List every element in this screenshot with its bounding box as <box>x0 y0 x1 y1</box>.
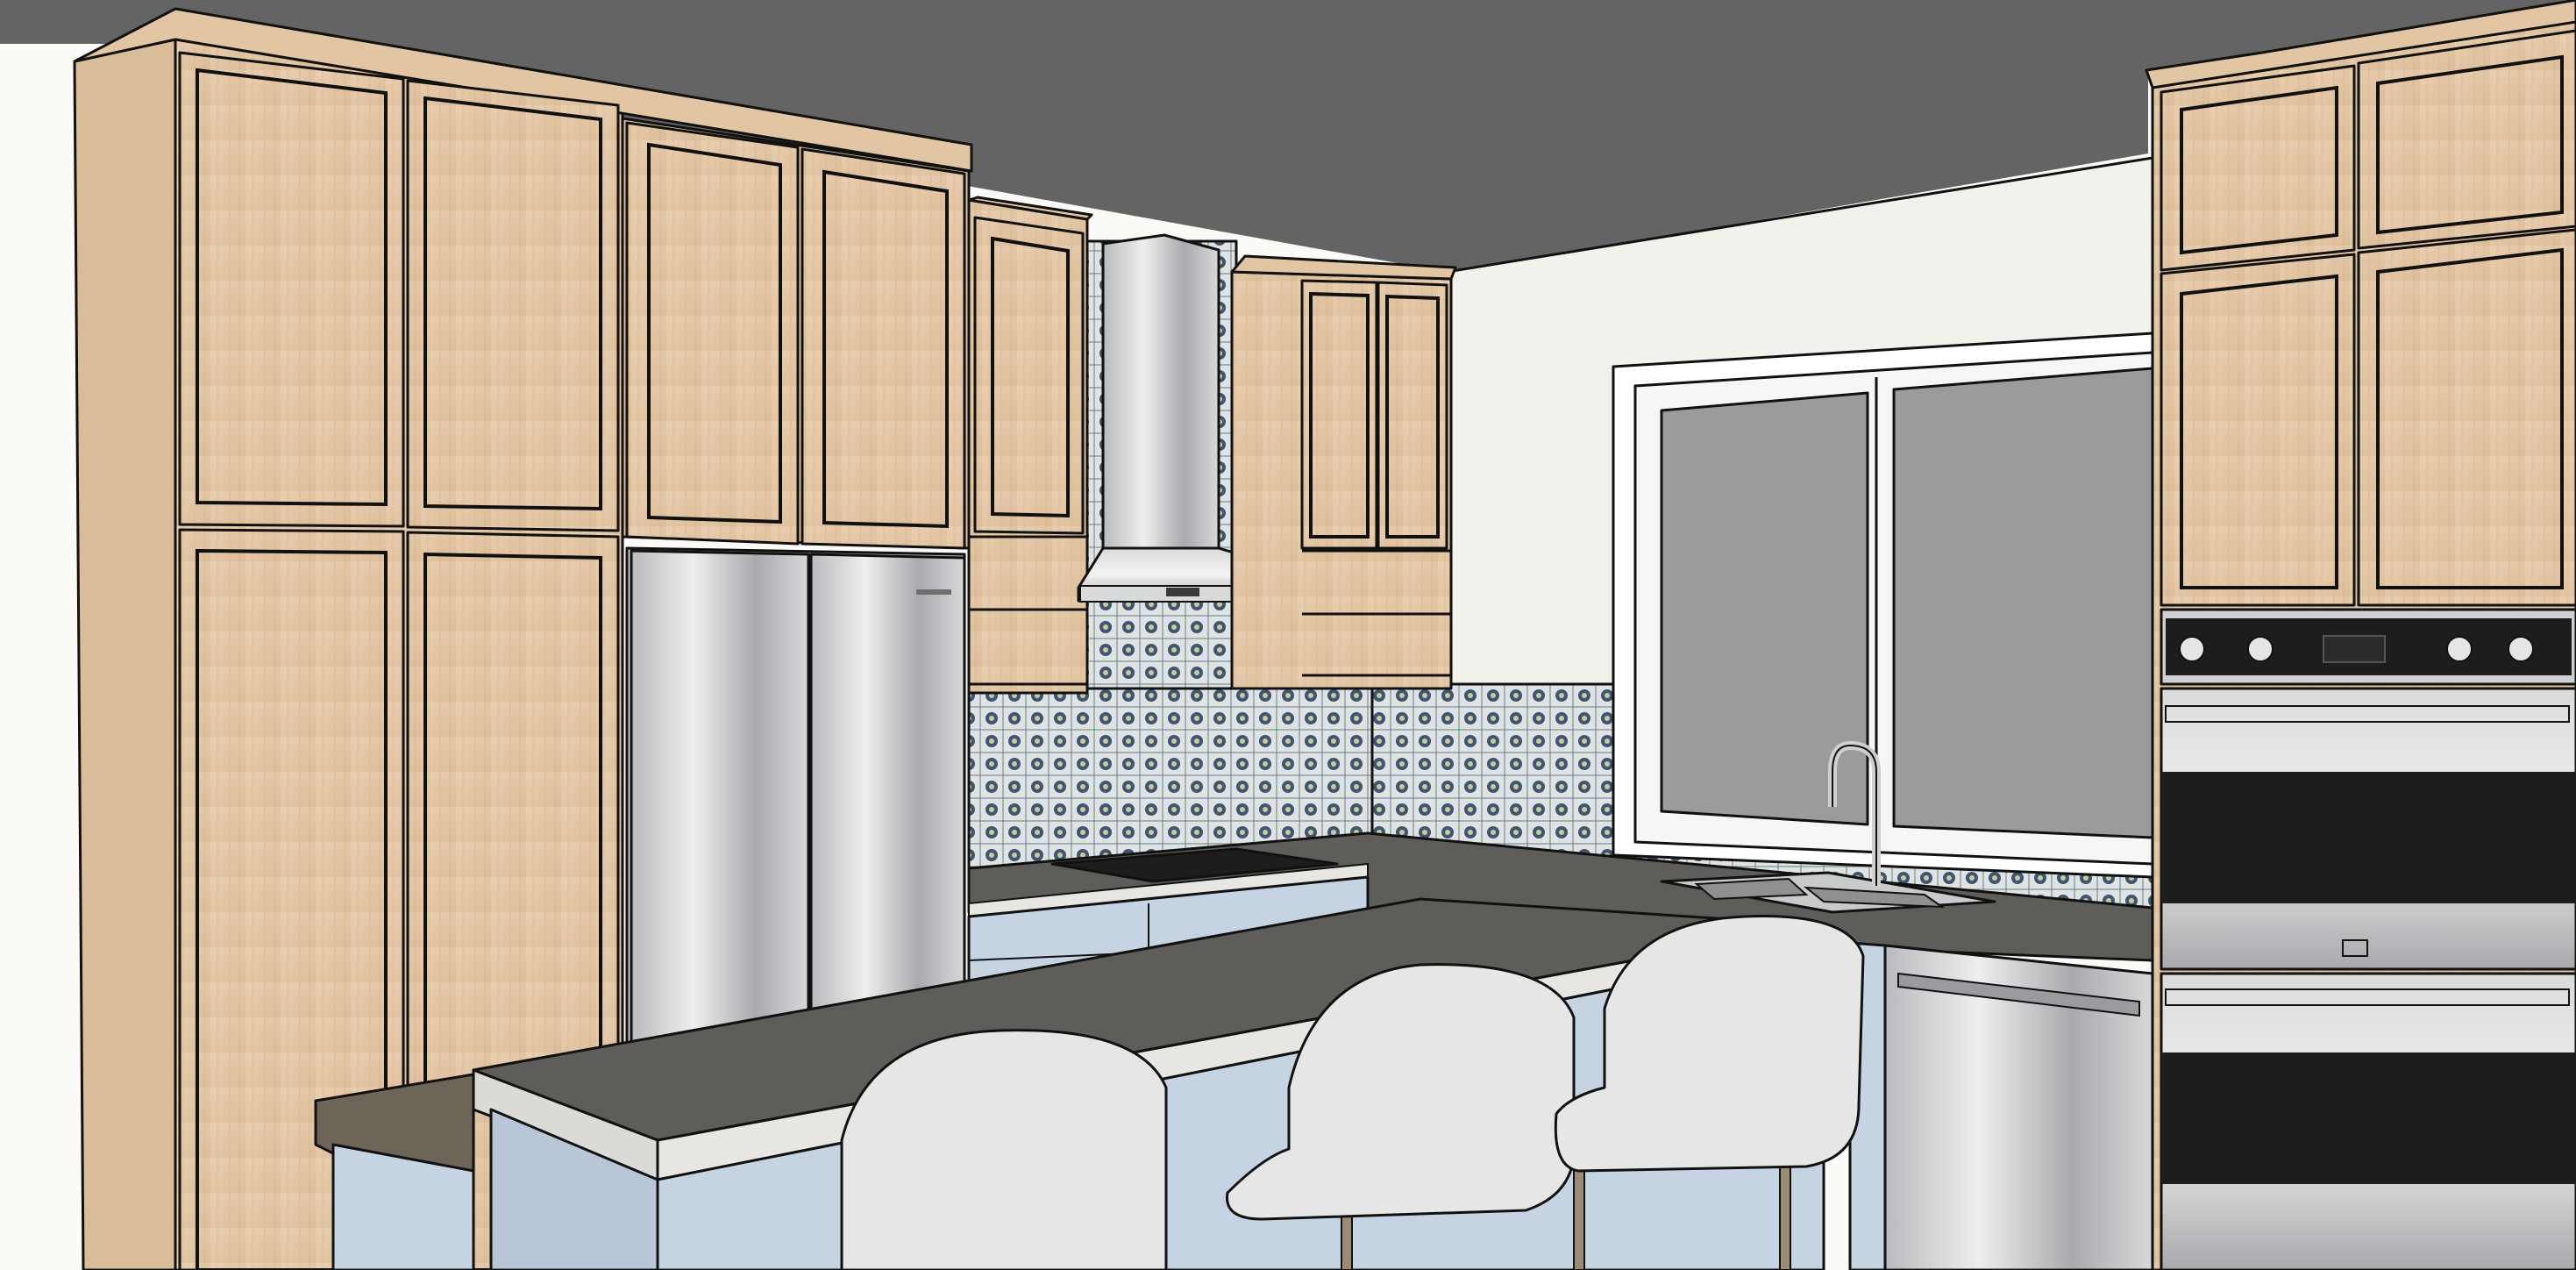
oven-tower-door-mid-right[interactable] <box>2357 228 2576 607</box>
upper-oven-window <box>2161 772 2576 903</box>
fridge-upper-cabinet <box>621 117 971 550</box>
range-hood-controls[interactable] <box>1166 588 1199 596</box>
oven-knob-icon[interactable] <box>2508 636 2534 662</box>
oven-knob-icon[interactable] <box>2446 636 2473 662</box>
lower-oven-handle[interactable] <box>2165 988 2570 1006</box>
backsplash-tile-right <box>1370 682 1615 861</box>
refrigerator-door-right[interactable] <box>809 553 966 1019</box>
pantry-door-upper-right[interactable] <box>406 79 620 532</box>
refrigerator-door-left[interactable] <box>630 549 810 1044</box>
upper-cabinet-left-of-hood <box>967 196 1093 695</box>
upper-cabinet-right-of-hood <box>1230 254 1457 690</box>
oven-tower-door-top-left[interactable] <box>2160 64 2356 272</box>
oven-tower-door-mid-left[interactable] <box>2160 253 2356 607</box>
fridge-cabinet-door-left[interactable] <box>625 121 800 546</box>
refrigerator <box>625 546 966 1045</box>
oven-display <box>2323 635 2386 663</box>
window <box>1612 332 2154 879</box>
oven-knob-icon[interactable] <box>2247 636 2274 662</box>
range-hood-icon <box>1101 233 1220 550</box>
upper-cabinet-door-hood-right-a[interactable] <box>1300 279 1378 550</box>
window-pane-right <box>1892 367 2154 839</box>
refrigerator-badge <box>916 589 951 595</box>
lower-oven-window <box>2161 1052 2576 1184</box>
pantry-door-upper-left[interactable] <box>178 51 405 528</box>
upper-oven-handle[interactable] <box>2165 705 2570 723</box>
wall-oven-tower <box>2145 0 2576 1270</box>
bar-stool-left[interactable] <box>840 1029 1168 1270</box>
left-wall <box>0 70 83 1270</box>
oven-knob-icon[interactable] <box>2179 636 2205 662</box>
kitchen-rendering <box>0 0 2576 1270</box>
fridge-cabinet-door-right[interactable] <box>801 147 966 550</box>
